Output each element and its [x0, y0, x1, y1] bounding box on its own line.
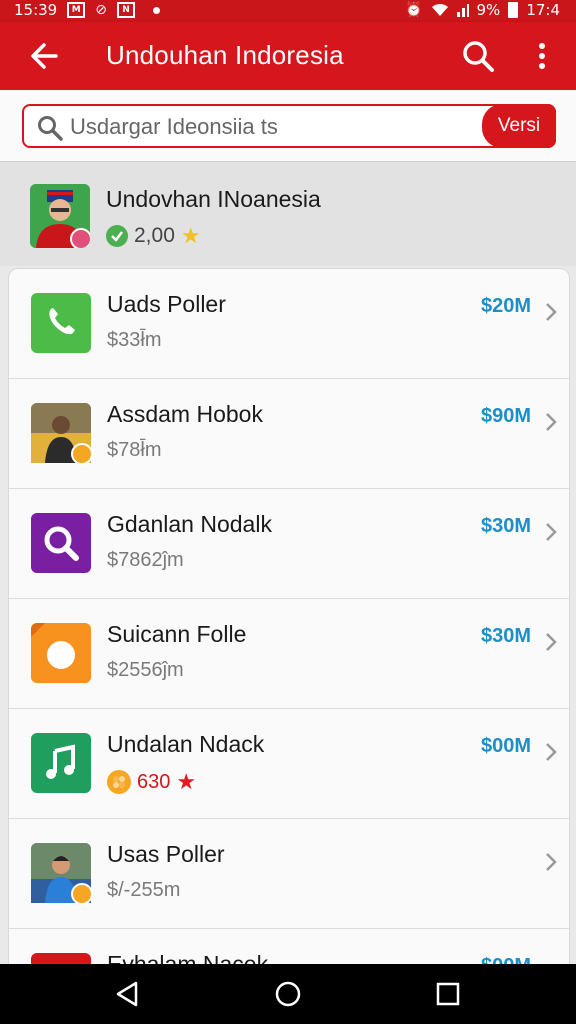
nav-home-icon[interactable] — [272, 978, 304, 1010]
item-subtitle-row: 630 ★ — [107, 769, 196, 795]
developer-name: Undovhan INoanesia — [106, 186, 321, 212]
more-vert-icon — [539, 43, 545, 69]
coin-icon — [107, 770, 131, 794]
item-subtitle: $78ł̄m — [107, 439, 162, 461]
search-button[interactable] — [458, 36, 498, 76]
page-title: Undouhan Indoresia — [106, 40, 344, 70]
list-item[interactable]: Uads Poller $33ł̄m $20M — [9, 269, 569, 379]
verified-icon — [106, 225, 128, 247]
status-time: 15:39 — [14, 1, 58, 19]
nav-recents-icon[interactable] — [432, 978, 464, 1010]
more-options-button[interactable] — [528, 36, 556, 76]
item-subtitle: $2556ĵm — [107, 659, 184, 681]
status-right-time: 17:4 — [526, 1, 560, 19]
system-nav-bar — [0, 964, 576, 1024]
list-item[interactable]: Assdam Hobok $78ł̄m $90M — [9, 379, 569, 489]
battery-icon — [508, 2, 519, 18]
magnifier-icon — [31, 513, 91, 573]
item-badge-icon — [71, 883, 93, 905]
chevron-right-icon — [546, 633, 557, 651]
chevron-right-icon — [546, 853, 557, 871]
item-price: $30M — [480, 515, 531, 537]
developer-rating: 2,00 ★ — [106, 224, 201, 248]
version-button[interactable]: Versi — [482, 104, 556, 148]
item-badge-icon — [71, 443, 93, 465]
rating-value: 2,00 — [134, 224, 175, 247]
app-bar: Undouhan Indoresia — [0, 22, 576, 90]
wifi-icon — [431, 3, 449, 17]
developer-avatar — [30, 184, 90, 248]
portrait-icon — [31, 843, 93, 905]
search-icon — [463, 41, 494, 72]
dot-icon — [152, 6, 160, 14]
item-title: Suicann Folle — [107, 621, 247, 647]
phone-icon — [31, 293, 91, 353]
item-title: Usas Poller — [107, 841, 225, 867]
chevron-right-icon — [546, 303, 557, 321]
developer-header[interactable]: Undovhan INoanesia 2,00 ★ — [0, 162, 576, 266]
chevron-right-icon — [546, 413, 557, 431]
portrait-icon — [31, 403, 93, 465]
item-price: $90M — [480, 405, 531, 427]
item-price: $20M — [480, 295, 531, 317]
item-subtitle: $7862ĵm — [107, 549, 184, 571]
star-icon: ★ — [180, 223, 201, 248]
item-subtitle: 630 — [137, 770, 171, 793]
notification-icon: M — [67, 2, 86, 18]
list-item[interactable]: Gdanlan Nodalk $7862ĵm $30M — [9, 489, 569, 599]
list-item[interactable]: Suicann Folle $2556ĵm $30M — [9, 599, 569, 709]
item-title: Undalan Ndack — [107, 731, 265, 757]
search-bar-container: Versi — [0, 90, 576, 162]
battery-percent: 9% — [476, 1, 501, 19]
chevron-right-icon — [546, 743, 557, 761]
slash-icon: ⊘ — [95, 2, 107, 18]
app-list: Uads Poller $33ł̄m $20M Assdam Hobok $78… — [8, 268, 570, 988]
signal-icon — [456, 3, 469, 17]
back-button[interactable] — [26, 36, 62, 76]
item-title: Uads Poller — [107, 291, 226, 317]
item-subtitle: $/-255m — [107, 879, 181, 901]
circle-icon — [31, 623, 91, 683]
music-note-icon — [31, 733, 91, 793]
avatar-badge — [70, 228, 90, 248]
back-arrow-icon — [31, 43, 58, 69]
search-input[interactable] — [70, 112, 470, 142]
item-title: Gdanlan Nodalk — [107, 511, 272, 537]
status-bar: 15:39 M ⊘ N ⏰ 9% 17:4 — [0, 0, 576, 22]
nav-back-icon[interactable] — [112, 978, 144, 1010]
item-price: $00M — [480, 735, 531, 757]
n-notification-icon: N — [116, 2, 135, 18]
chevron-right-icon — [546, 523, 557, 541]
item-price: $30M — [480, 625, 531, 647]
search-box: Versi — [22, 104, 556, 148]
list-item[interactable]: Undalan Ndack 630 ★ $00M — [9, 709, 569, 819]
alarm-icon: ⏰ — [405, 2, 423, 18]
item-subtitle: $33ł̄m — [107, 329, 162, 351]
search-field-icon — [38, 116, 63, 141]
item-title: Assdam Hobok — [107, 401, 263, 427]
list-item[interactable]: Usas Poller $/-255m — [9, 819, 569, 929]
red-star-icon: ★ — [176, 769, 197, 794]
